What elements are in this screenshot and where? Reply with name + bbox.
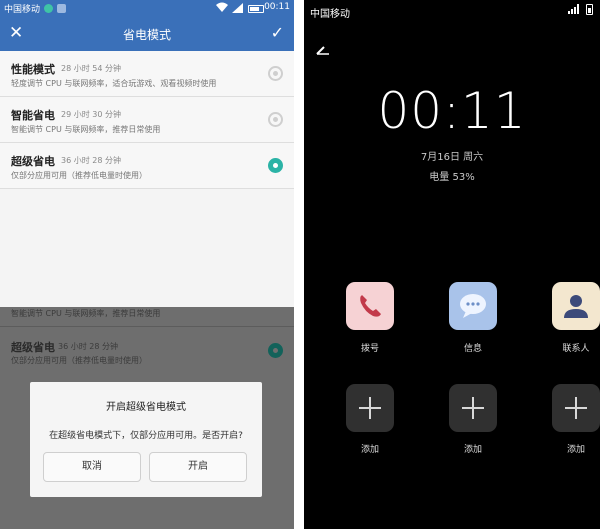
signal-icon (232, 3, 243, 16)
app-label: 联系人 (562, 344, 590, 354)
power-saving-screen: 中国移动 00:11 ✕ 省电模式 ✓ 性能模式 28 小时 54 分钟 轻度调… (0, 0, 294, 529)
mode-row-super[interactable]: 超级省电 36 小时 28 分钟 仅部分应用可用（推荐低电量时使用） (0, 143, 294, 189)
phone-app[interactable] (346, 282, 394, 330)
notification-icon (44, 4, 53, 13)
mode-name: 智能省电 (11, 109, 55, 122)
add-label: 添加 (463, 445, 482, 455)
confirm-dialog: 开启超级省电模式 在超级省电模式下，仅部分应用可用。是否开启? 取消 开启 (30, 382, 262, 497)
add-shortcut-button[interactable] (552, 384, 600, 432)
battery-icon (586, 4, 593, 15)
mode-duration: 28 小时 54 分钟 (61, 64, 121, 73)
cancel-button[interactable]: 取消 (43, 452, 141, 482)
mode-name: 超级省电 (11, 341, 55, 354)
contacts-app[interactable] (552, 282, 600, 330)
battery-icon (248, 5, 264, 13)
battery-level: 电量 53% (429, 172, 475, 183)
app-notification-icon (57, 4, 66, 13)
add-shortcut-button[interactable] (346, 384, 394, 432)
mode-radio[interactable] (268, 66, 283, 81)
mode-radio-selected[interactable] (268, 158, 283, 173)
dialog-message: 在超级省电模式下，仅部分应用可用。是否开启? (49, 431, 243, 441)
mode-name: 性能模式 (11, 63, 55, 76)
mode-description: 智能调节 CPU 与联网频率，推荐日常使用 (11, 309, 161, 318)
mode-duration: 36 小时 28 分钟 (58, 342, 118, 351)
mode-description: 轻度调节 CPU 与联网频率，适合玩游戏、观看视频时使用 (11, 79, 217, 88)
confirm-check-icon[interactable]: ✓ (271, 23, 284, 43)
messages-app[interactable] (449, 282, 497, 330)
carrier-label: 中国移动 (4, 5, 41, 15)
contacts-icon (564, 295, 588, 318)
mode-description: 仅部分应用可用（推荐低电量时使用） (11, 356, 147, 365)
add-label: 添加 (360, 445, 379, 455)
mode-name: 超级省电 (11, 155, 55, 168)
status-bar: 中国移动 00:11 (0, 0, 294, 17)
app-bar: ✕ 省电模式 ✓ (0, 17, 294, 51)
signal-icon (568, 4, 582, 14)
page-title: 省电模式 (122, 28, 171, 42)
edit-icon[interactable] (316, 40, 330, 55)
lock-screen: 中国移动 00:11 7月16日 周六 电量 53% 拨号 信息 联系人 添加 … (304, 0, 600, 529)
mode-description: 智能调节 CPU 与联网频率，推荐日常使用 (11, 125, 161, 134)
mode-radio[interactable] (268, 112, 283, 127)
date-label: 7月16日 周六 (420, 152, 484, 163)
message-icon (460, 294, 486, 318)
add-label: 添加 (566, 445, 585, 455)
mode-duration: 36 小时 28 分钟 (61, 156, 121, 165)
app-label: 信息 (463, 344, 482, 354)
add-shortcut-button[interactable] (449, 384, 497, 432)
phone-icon (360, 295, 381, 317)
status-time: 00:11 (264, 2, 290, 12)
mode-row-smart[interactable]: 智能省电 29 小时 30 分钟 智能调节 CPU 与联网频率，推荐日常使用 (0, 97, 294, 143)
wifi-icon (215, 1, 229, 16)
carrier-label: 中国移动 (310, 9, 350, 20)
dialog-title: 开启超级省电模式 (106, 402, 186, 413)
enable-button[interactable]: 开启 (149, 452, 247, 482)
mode-row-performance[interactable]: 性能模式 28 小时 54 分钟 轻度调节 CPU 与联网频率，适合玩游戏、观看… (0, 51, 294, 97)
app-label: 拨号 (360, 344, 379, 354)
mode-radio-selected (268, 343, 283, 358)
mode-duration: 29 小时 30 分钟 (61, 110, 121, 119)
divider (0, 326, 294, 327)
clock: 00:11 (377, 82, 527, 140)
mode-description: 仅部分应用可用（推荐低电量时使用） (11, 171, 147, 180)
